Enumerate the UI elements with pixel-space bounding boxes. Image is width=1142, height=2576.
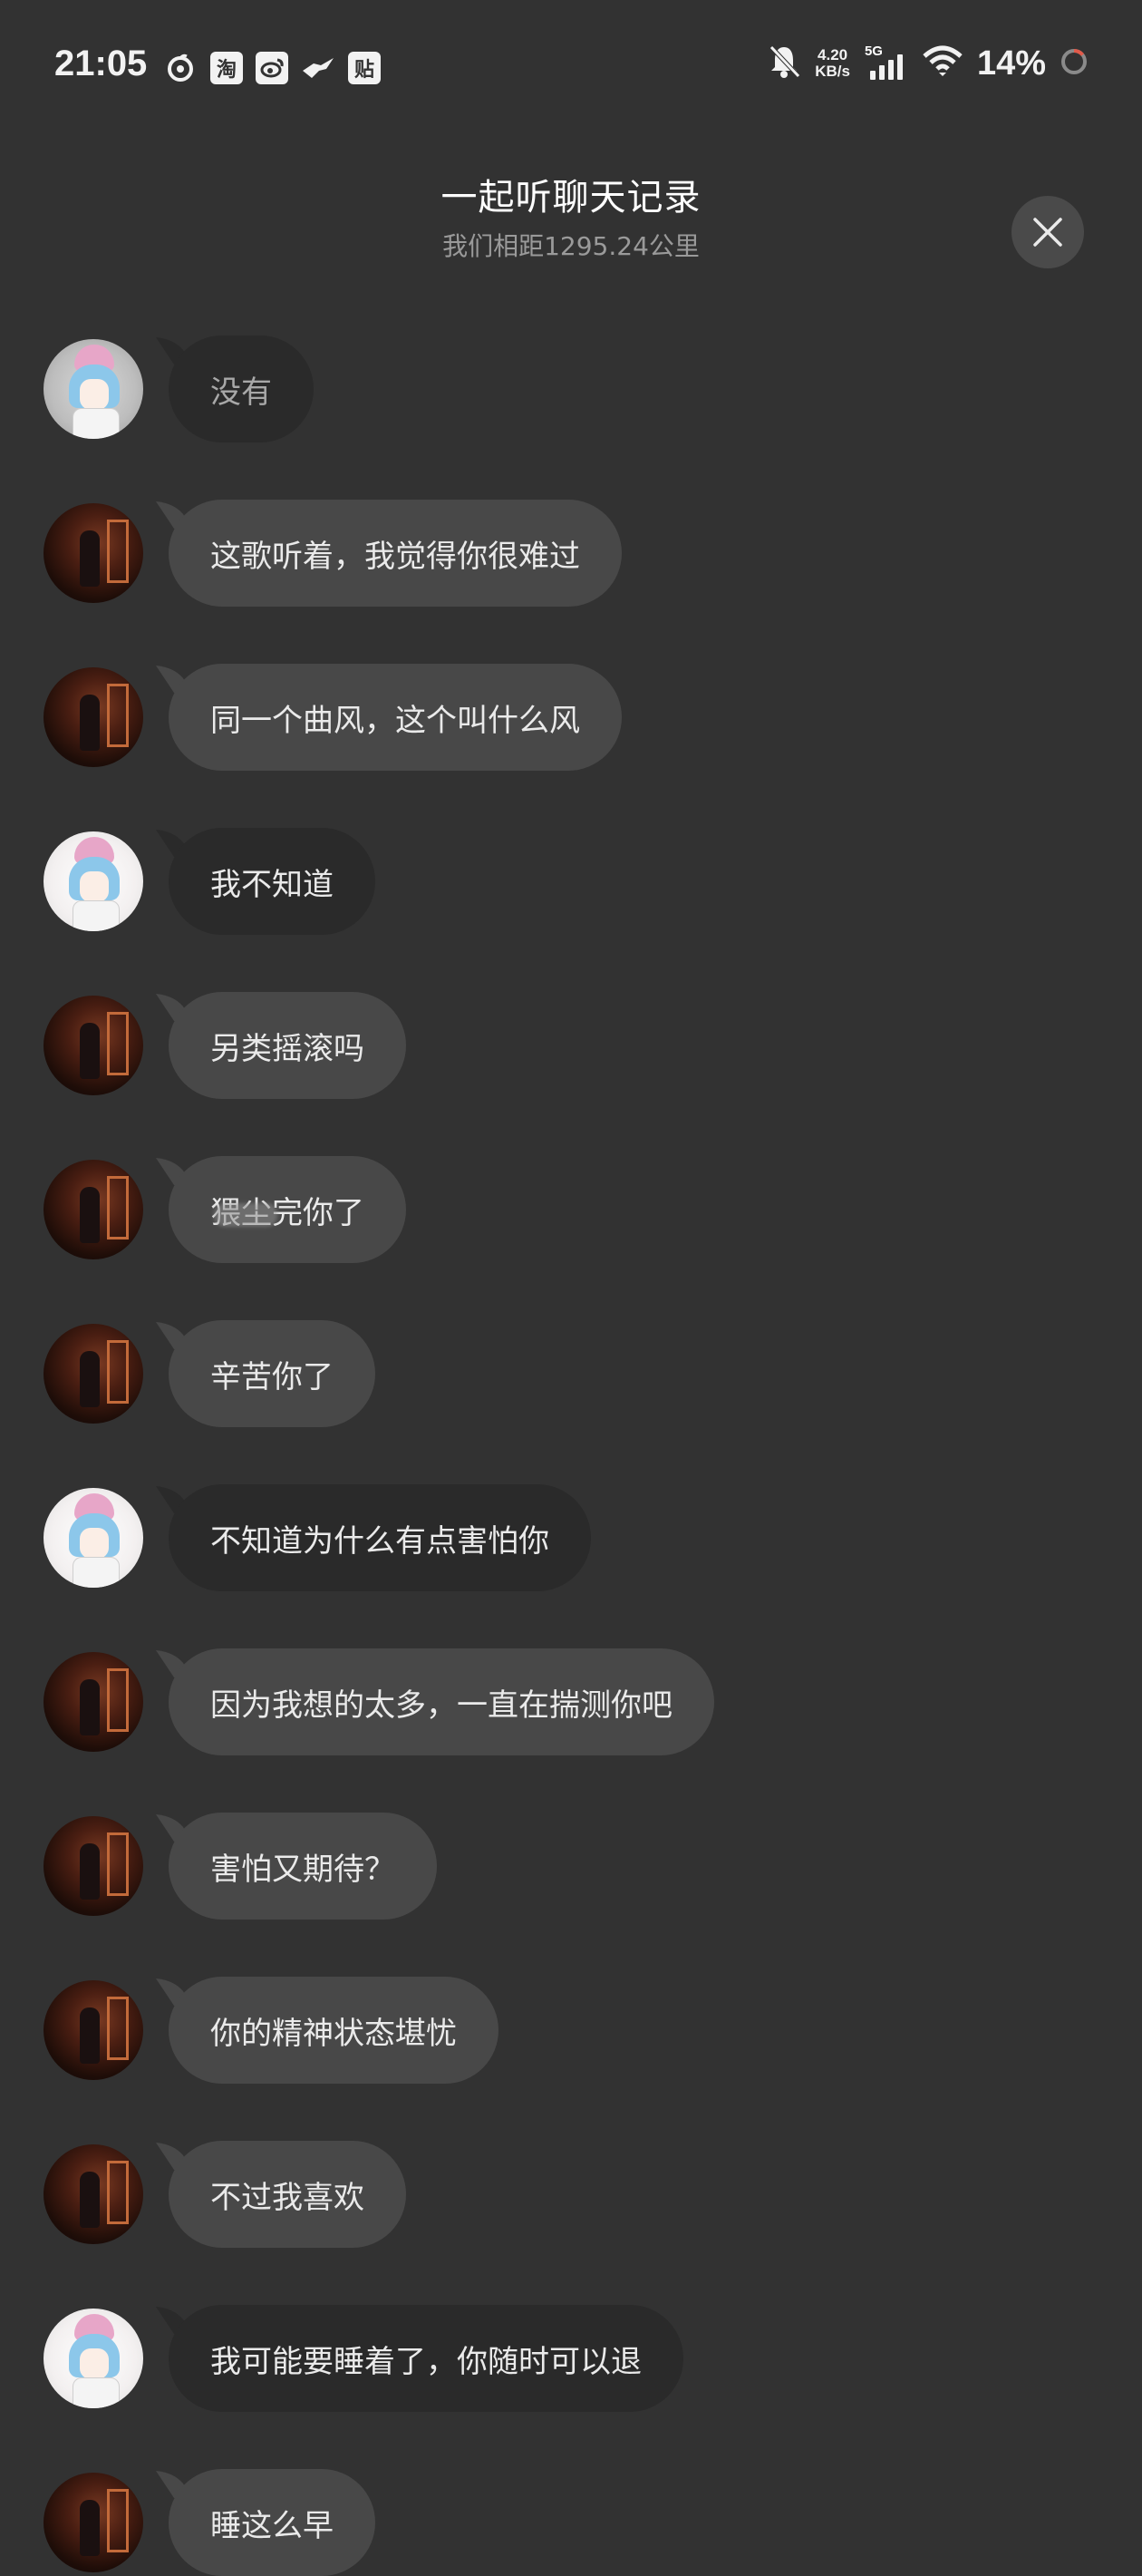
message-row: 我可能要睡着了，你随时可以退 (44, 2305, 683, 2412)
taobao-icon: 淘 (210, 52, 243, 84)
network-speed: 4.20 KB/s (815, 47, 850, 80)
chat-history-header: 一起听聊天记录 我们相距1295.24公里 (0, 172, 1142, 267)
message-bubble[interactable]: 我可能要睡着了，你随时可以退 (169, 2305, 683, 2412)
weibo-icon (256, 52, 288, 84)
battery-percent: 14% (976, 44, 1046, 83)
status-right: 4.20 KB/s 5G 14% (768, 44, 1088, 83)
message-bubble[interactable]: 猥尘完你了 (169, 1156, 406, 1263)
wifi-icon (923, 45, 963, 82)
message-bubble[interactable]: 辛苦你了 (169, 1320, 375, 1427)
notification-icons: 淘 贴 (163, 51, 381, 85)
message-row: 辛苦你了 (44, 1320, 375, 1427)
message-bubble[interactable]: 另类摇滚吗 (169, 992, 406, 1099)
message-bubble[interactable]: 睡这么早 (169, 2469, 375, 2576)
network-speed-unit: KB/s (815, 63, 850, 80)
status-bar: 21:05 淘 贴 4.20 KB/s 5G 14% (0, 0, 1142, 136)
message-bubble[interactable]: 不过我喜欢 (169, 2141, 406, 2248)
message-bubble[interactable]: 因为我想的太多，一直在揣测你吧 (169, 1648, 714, 1755)
blur-smudge (214, 1203, 277, 1227)
partner-avatar[interactable] (44, 2473, 143, 2572)
message-row: 睡这么早 (44, 2469, 375, 2576)
partner-avatar[interactable] (44, 1652, 143, 1752)
message-bubble[interactable]: 不知道为什么有点害怕你 (169, 1484, 591, 1591)
message-bubble[interactable]: 你的精神状态堪忧 (169, 1977, 498, 2084)
network-speed-value: 4.20 (818, 46, 848, 63)
message-bubble[interactable]: 没有 (169, 335, 314, 442)
message-bubble[interactable]: 同一个曲风，这个叫什么风 (169, 664, 622, 771)
status-time: 21:05 (54, 44, 148, 83)
my-avatar[interactable] (44, 2309, 143, 2408)
message-row: 没有 (44, 335, 314, 442)
message-bubble[interactable]: 这歌听着，我觉得你很难过 (169, 500, 622, 607)
partner-avatar[interactable] (44, 1816, 143, 1916)
cell-signal-icon: 5G (865, 44, 908, 82)
my-avatar[interactable] (44, 831, 143, 931)
close-icon (1033, 218, 1062, 247)
partner-avatar[interactable] (44, 503, 143, 603)
message-row: 你的精神状态堪忧 (44, 1977, 498, 2084)
message-row: 不知道为什么有点害怕你 (44, 1484, 591, 1591)
message-bubble[interactable]: 害怕又期待？ (169, 1813, 437, 1920)
my-avatar[interactable] (44, 339, 143, 439)
mute-bell-icon (768, 44, 801, 83)
partner-avatar[interactable] (44, 667, 143, 767)
distance-subtitle: 我们相距1295.24公里 (442, 231, 700, 261)
message-row: 这歌听着，我觉得你很难过 (44, 500, 622, 607)
message-row: 另类摇滚吗 (44, 992, 406, 1099)
message-row: 我不知道 (44, 828, 375, 935)
my-avatar[interactable] (44, 1488, 143, 1588)
partner-avatar[interactable] (44, 1324, 143, 1424)
message-row: 不过我喜欢 (44, 2141, 406, 2248)
message-row: 因为我想的太多，一直在揣测你吧 (44, 1648, 714, 1755)
bird-app-icon (301, 51, 335, 85)
partner-avatar[interactable] (44, 1980, 143, 2080)
netease-music-icon (163, 51, 198, 85)
partner-avatar[interactable] (44, 996, 143, 1095)
close-button[interactable] (1011, 196, 1084, 268)
partner-avatar[interactable] (44, 2144, 143, 2244)
message-row: 同一个曲风，这个叫什么风 (44, 664, 622, 771)
battery-ring-icon (1060, 48, 1088, 79)
message-bubble[interactable]: 我不知道 (169, 828, 375, 935)
page-title: 一起听聊天记录 (440, 177, 702, 219)
partner-avatar[interactable] (44, 1160, 143, 1259)
message-row: 猥尘完你了 (44, 1156, 406, 1263)
tieba-icon: 贴 (348, 52, 381, 84)
message-row: 害怕又期待？ (44, 1813, 437, 1920)
